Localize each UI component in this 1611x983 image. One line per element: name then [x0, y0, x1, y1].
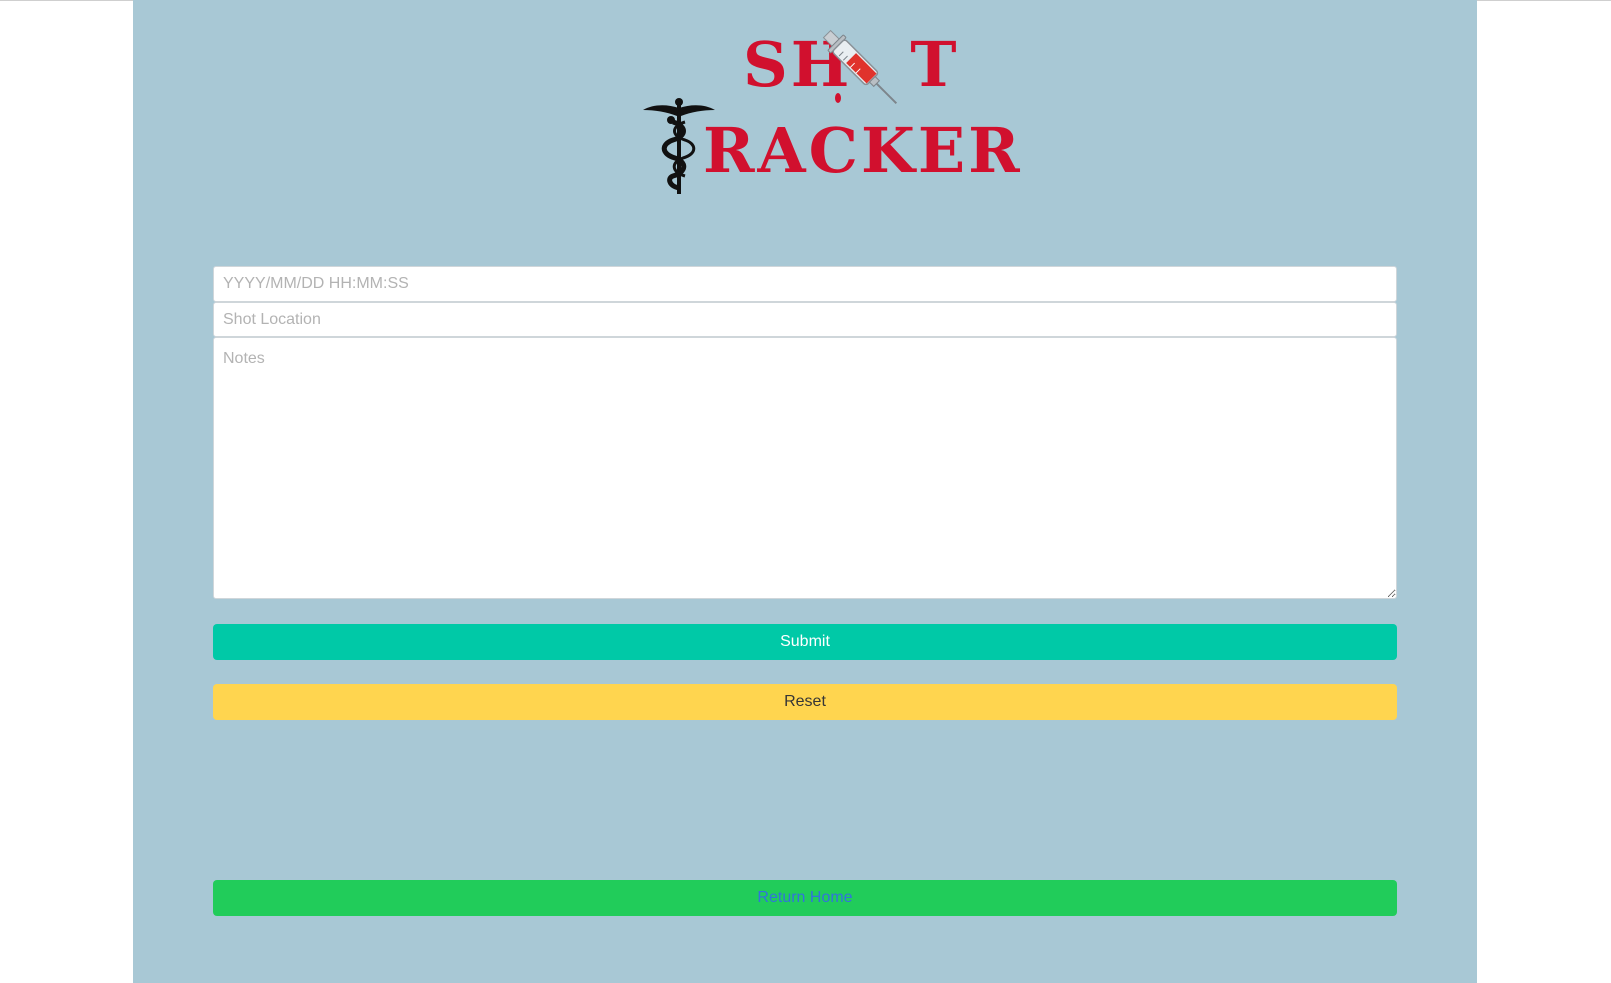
syringe-icon: [822, 29, 898, 105]
shot-tracker-logo: SH T RACKER: [643, 24, 1020, 194]
logo-text-t: T: [910, 28, 960, 101]
main-panel: SH T RACKER YYYY/MM/DD HH:MM:SS Shot Loc…: [133, 0, 1477, 983]
shot-location-input[interactable]: [213, 302, 1397, 337]
shot-form: [213, 266, 1397, 599]
return-home-button[interactable]: Return Home: [213, 880, 1397, 916]
notes-textarea[interactable]: [213, 337, 1397, 599]
logo-word-racker: RACKER: [703, 114, 1023, 187]
reset-button[interactable]: Reset: [213, 684, 1397, 720]
submit-button[interactable]: Submit: [213, 624, 1397, 660]
datetime-input[interactable]: [213, 266, 1397, 302]
